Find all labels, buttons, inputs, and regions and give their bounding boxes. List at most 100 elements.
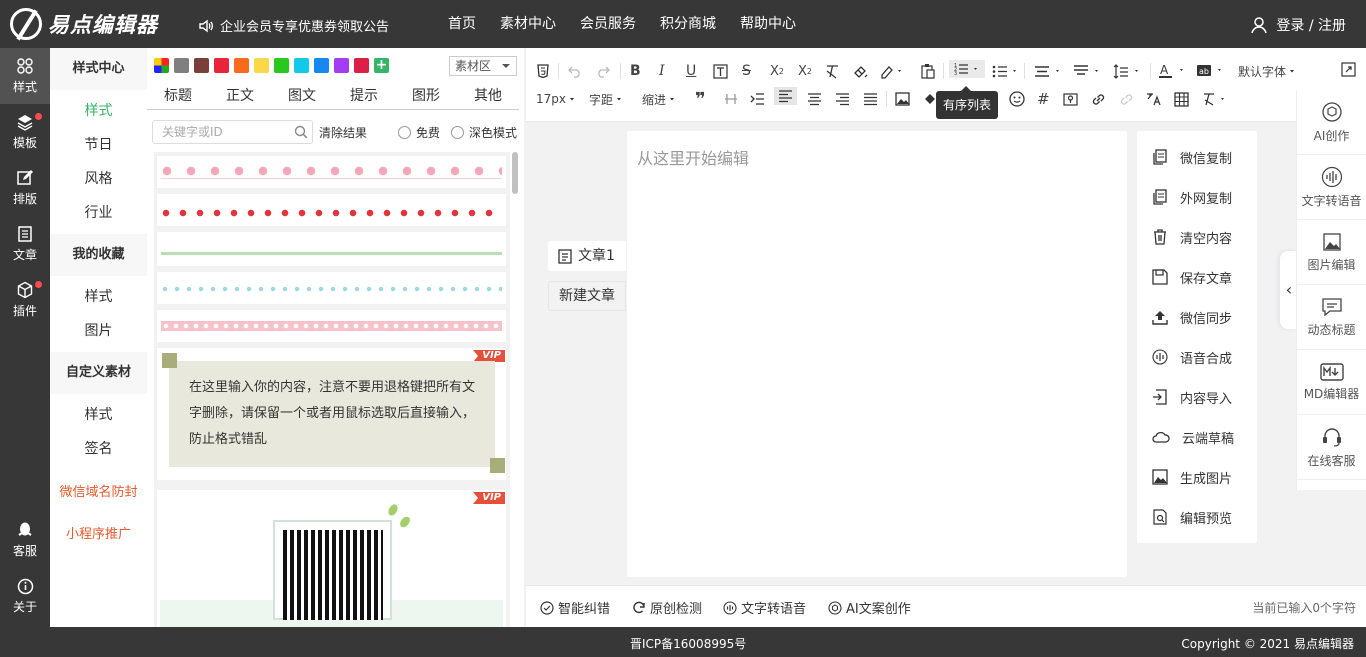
color-swatch[interactable] bbox=[254, 58, 269, 73]
align-center-icon[interactable] bbox=[807, 90, 822, 108]
image-edit-button[interactable]: 图片编辑 bbox=[1297, 220, 1366, 285]
strikethrough-icon[interactable]: S bbox=[742, 62, 751, 80]
search-icon[interactable] bbox=[294, 125, 308, 139]
border-text-icon[interactable] bbox=[713, 62, 728, 80]
material-search-input[interactable]: 关键字或ID bbox=[152, 120, 313, 144]
emoji-icon[interactable] bbox=[1009, 90, 1025, 108]
color-swatch[interactable] bbox=[294, 58, 309, 73]
color-swatch[interactable] bbox=[214, 58, 229, 73]
save-article-button[interactable]: 保存文章 bbox=[1137, 257, 1257, 297]
unlink-icon[interactable] bbox=[1119, 90, 1134, 108]
ordered-list-dropdown[interactable]: 123 bbox=[949, 60, 985, 78]
subscript-icon[interactable]: X2 bbox=[798, 62, 812, 80]
online-service-button[interactable]: 在线客服 bbox=[1297, 415, 1366, 480]
color-swatch[interactable] bbox=[174, 58, 189, 73]
map-icon[interactable] bbox=[1063, 90, 1078, 108]
voice-synthesis-button[interactable]: 语音合成 bbox=[1137, 337, 1257, 377]
left-nav-template[interactable]: 模板 bbox=[0, 104, 50, 160]
line-spacing-dropdown[interactable] bbox=[1073, 62, 1103, 80]
category-style[interactable]: 样式 bbox=[50, 94, 147, 128]
redo-icon[interactable] bbox=[596, 62, 610, 80]
left-nav-plugin[interactable]: 插件 bbox=[0, 272, 50, 328]
translate-icon[interactable] bbox=[1146, 90, 1161, 108]
unordered-list-dropdown[interactable] bbox=[992, 62, 1020, 80]
qr-style-card[interactable]: VIP bbox=[157, 490, 506, 627]
ai-create-button[interactable]: AI创作 bbox=[1297, 90, 1366, 155]
divider-style-item[interactable] bbox=[157, 272, 506, 304]
cloud-draft-button[interactable]: 云端草稿 bbox=[1137, 417, 1257, 457]
wechat-sync-button[interactable]: 微信同步 bbox=[1137, 297, 1257, 337]
align-left-icon[interactable] bbox=[774, 87, 797, 105]
blockquote-icon[interactable]: ❞ bbox=[695, 89, 706, 110]
favorite-image[interactable]: 图片 bbox=[50, 314, 147, 348]
left-nav-about[interactable]: 关于 bbox=[0, 568, 50, 624]
nav-help[interactable]: 帮助中心 bbox=[728, 0, 808, 48]
font-size-dropdown[interactable]: 17px bbox=[536, 90, 578, 108]
custom-signature[interactable]: 签名 bbox=[50, 432, 147, 466]
color-swatch[interactable] bbox=[314, 58, 329, 73]
material-region-select[interactable]: 素材区 bbox=[449, 56, 517, 76]
table-icon[interactable] bbox=[1174, 90, 1189, 108]
clear-style-dropdown[interactable] bbox=[1203, 90, 1229, 108]
icp-license-link[interactable]: 晋ICP备16008995号 bbox=[630, 635, 746, 652]
bold-icon[interactable]: B bbox=[630, 62, 641, 80]
free-filter-radio[interactable]: 免费 bbox=[398, 124, 440, 141]
left-nav-article[interactable]: 文章 bbox=[0, 216, 50, 272]
hashtag-icon[interactable]: # bbox=[1037, 90, 1050, 108]
logo[interactable]: 易点编辑器 bbox=[10, 8, 158, 40]
ai-copywriting-button[interactable]: AI文案创作 bbox=[828, 598, 911, 617]
nav-points-mall[interactable]: 积分商城 bbox=[648, 0, 728, 48]
divider-style-item[interactable] bbox=[157, 310, 506, 342]
background-color-dropdown[interactable]: ab bbox=[1196, 62, 1226, 80]
color-swatch[interactable] bbox=[274, 58, 289, 73]
notice-link[interactable]: 企业会员专享优惠券领取公告 bbox=[198, 16, 389, 35]
row-height-dropdown[interactable] bbox=[1113, 62, 1143, 80]
edit-preview-button[interactable]: 编辑预览 bbox=[1137, 497, 1257, 537]
category-genre[interactable]: 风格 bbox=[50, 162, 147, 196]
status-text-to-speech-button[interactable]: 文字转语音 bbox=[723, 598, 806, 617]
text-to-speech-button[interactable]: 文字转语音 bbox=[1297, 155, 1366, 220]
clear-format-icon[interactable] bbox=[825, 62, 840, 80]
insert-image-icon[interactable] bbox=[895, 90, 910, 108]
text-style-card[interactable]: VIP 在这里输入你的内容，注意不要用退格键把所有文字删除，请保留一个或者用鼠标… bbox=[157, 348, 506, 480]
editor-canvas[interactable]: 从这里开始编辑 bbox=[627, 131, 1127, 577]
letter-spacing-dropdown[interactable]: 字距 bbox=[589, 90, 625, 108]
font-family-dropdown[interactable]: 默认字体 bbox=[1238, 62, 1298, 80]
left-nav-service[interactable]: 客服 bbox=[0, 512, 50, 568]
article-tab[interactable]: 文章1 bbox=[548, 241, 626, 271]
left-nav-style[interactable]: 样式 bbox=[0, 48, 50, 104]
color-swatch-all[interactable] bbox=[154, 58, 169, 73]
link-icon[interactable] bbox=[1091, 90, 1106, 108]
color-swatch[interactable] bbox=[334, 58, 349, 73]
divider-style-item[interactable] bbox=[157, 232, 506, 266]
paint-bucket-icon[interactable] bbox=[923, 90, 937, 108]
color-swatch[interactable] bbox=[354, 58, 369, 73]
new-article-button[interactable]: 新建文章 bbox=[548, 281, 626, 311]
color-swatch[interactable] bbox=[194, 58, 209, 73]
add-color-icon[interactable]: + bbox=[374, 58, 389, 73]
external-copy-button[interactable]: 外网复制 bbox=[1137, 177, 1257, 217]
divider-style-item[interactable] bbox=[157, 156, 506, 188]
clear-results-button[interactable]: 清除结果 bbox=[319, 124, 367, 141]
tab-other[interactable]: 其他 bbox=[457, 86, 519, 110]
superscript-icon[interactable]: X2 bbox=[770, 62, 784, 80]
dark-mode-radio[interactable]: 深色模式 bbox=[451, 124, 517, 141]
tab-body[interactable]: 正文 bbox=[209, 86, 271, 110]
undo-icon[interactable] bbox=[568, 62, 582, 80]
italic-icon[interactable]: I bbox=[659, 62, 665, 80]
underline-icon[interactable]: U bbox=[686, 62, 696, 80]
color-swatch[interactable] bbox=[234, 58, 249, 73]
custom-style[interactable]: 样式 bbox=[50, 398, 147, 432]
wechat-copy-button[interactable]: 微信复制 bbox=[1137, 137, 1257, 177]
tab-image-text[interactable]: 图文 bbox=[271, 86, 333, 110]
promo-mini-program[interactable]: 小程序推广 bbox=[50, 514, 147, 556]
generate-image-button[interactable]: 生成图片 bbox=[1137, 457, 1257, 497]
fullscreen-icon[interactable] bbox=[1341, 60, 1356, 78]
indent-dropdown[interactable]: 缩进 bbox=[642, 90, 678, 108]
justify-icon[interactable] bbox=[863, 90, 878, 108]
login-button[interactable]: 登录 / 注册 bbox=[1250, 15, 1346, 35]
clear-content-button[interactable]: 清空内容 bbox=[1137, 217, 1257, 257]
content-import-button[interactable]: 内容导入 bbox=[1137, 377, 1257, 417]
smart-correction-button[interactable]: 智能纠错 bbox=[540, 598, 610, 617]
materials-scrollbar[interactable] bbox=[512, 152, 518, 194]
